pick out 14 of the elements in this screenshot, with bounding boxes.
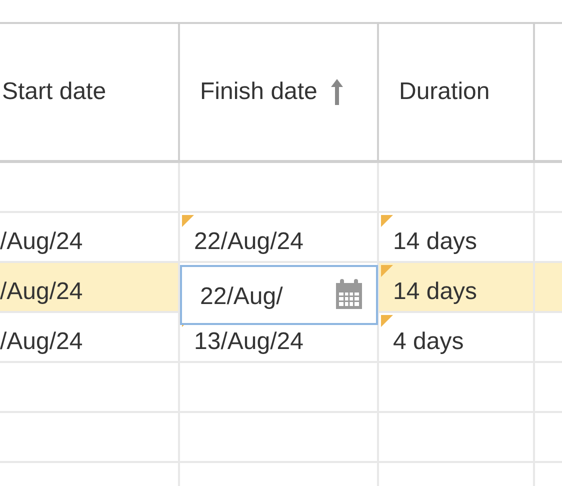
calendar-icon[interactable] — [334, 279, 364, 311]
column-header[interactable]: Start date — [2, 78, 106, 106]
empty-row[interactable] — [0, 163, 562, 213]
column-header[interactable]: Finish date — [200, 78, 318, 106]
start-date-cell: /Aug/24 — [0, 263, 178, 311]
column-header[interactable]: Duration — [399, 78, 490, 106]
date-input-field[interactable]: 22/Aug/ — [180, 265, 378, 325]
finish-date-cell-text: 22/Aug/24 — [193, 227, 304, 256]
row-highlight — [535, 263, 562, 311]
finish-date-cell-text: 13/Aug/24 — [193, 327, 304, 356]
start-date-cell-text: /Aug/24 — [0, 327, 84, 357]
duration-cell: 14 days — [379, 213, 533, 261]
duration-cell: 14 days — [379, 263, 533, 311]
start-date-cell-text: /Aug/24 — [0, 227, 84, 257]
